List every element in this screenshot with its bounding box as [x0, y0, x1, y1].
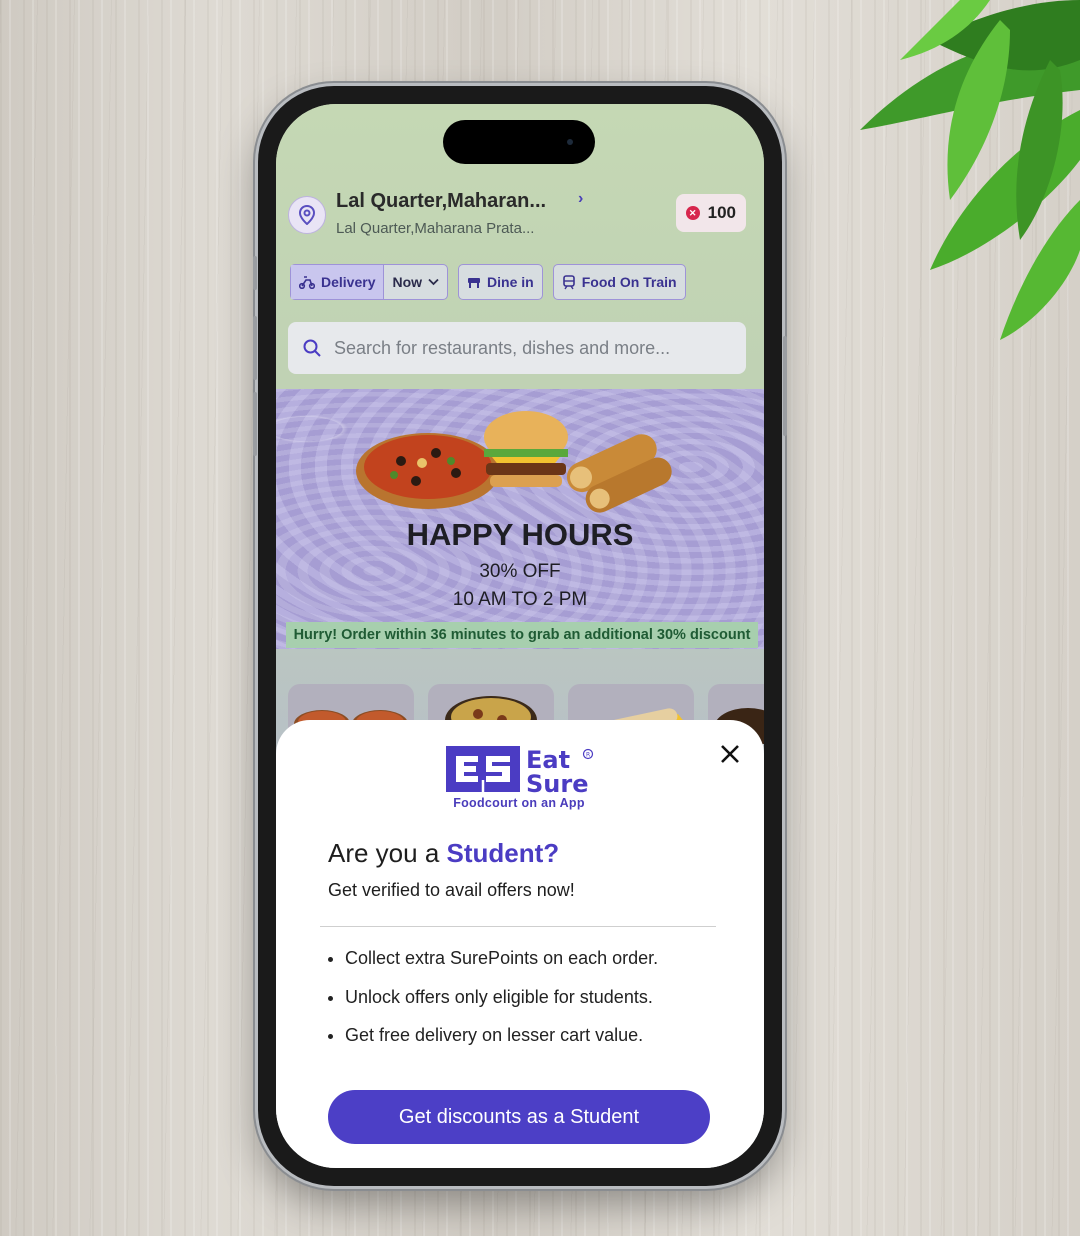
benefits-list: Collect extra SurePoints on each order. …	[328, 948, 658, 1064]
phone-button	[783, 336, 787, 436]
time-selector[interactable]: Now	[383, 265, 447, 299]
delivery-mode: Delivery Now	[290, 264, 449, 300]
benefit-text: Collect extra SurePoints on each order.	[345, 948, 659, 968]
close-icon[interactable]	[716, 740, 744, 768]
delivery-tab[interactable]: Delivery	[291, 265, 384, 299]
banner-time: 10 AM TO 2 PM	[452, 589, 588, 610]
delivery-label: Delivery	[321, 274, 376, 290]
benefit-text: Unlock offers only eligible for students…	[345, 986, 653, 1007]
logo-tagline: Foodcourt on an App	[453, 796, 585, 810]
scooter-icon	[299, 276, 315, 289]
phone-button	[253, 316, 257, 380]
chevron-right-icon[interactable]: ›	[578, 190, 583, 208]
train-label: Food On Train	[581, 274, 677, 290]
logo-sure-text: Sure	[526, 770, 588, 798]
dinein-tab[interactable]: Dine in	[458, 264, 543, 300]
train-icon	[562, 274, 575, 289]
surepoints-badge[interactable]: ✕ 100	[675, 194, 746, 232]
time-label: Now	[392, 274, 423, 290]
location-title[interactable]: Lal Quarter,Maharan...	[336, 190, 546, 213]
question-prefix: Are you a	[328, 838, 440, 868]
phone-button	[253, 256, 257, 290]
location-subtitle: Lal Quarter,Maharana Prata...	[336, 220, 535, 237]
food-illustration	[356, 411, 672, 513]
student-offer-sheet: Eat Sure R Foodcourt on an App Are you a…	[276, 720, 764, 1168]
hurry-strip: Hurry! Order within 36 minutes to grab a…	[286, 622, 758, 648]
search-bar[interactable]: Search for restaurants, dishes and more.…	[288, 322, 746, 374]
location-pin-icon[interactable]	[288, 196, 326, 234]
get-student-discounts-button[interactable]: Get discounts as a Student	[328, 1090, 710, 1144]
surepoints-icon: ✕	[685, 206, 700, 220]
phone-button	[253, 392, 257, 456]
svg-text:R: R	[586, 752, 590, 759]
benefit-item: Collect extra SurePoints on each order.	[328, 948, 658, 987]
student-subtitle: Get verified to avail offers now!	[328, 880, 575, 900]
dinein-label: Dine in	[487, 274, 534, 290]
food-on-train-tab[interactable]: Food On Train	[552, 264, 686, 300]
search-placeholder: Search for restaurants, dishes and more.…	[334, 337, 671, 358]
benefit-text: Get free delivery on lesser cart value.	[345, 1025, 644, 1045]
banner-title: HAPPY HOURS	[406, 517, 634, 552]
dynamic-island	[443, 120, 595, 164]
chevron-down-icon	[428, 278, 439, 286]
order-mode-bar: Delivery Now Dine in Food On Train	[290, 264, 686, 300]
phone-frame: Lal Quarter,Maharan... › Lal Quarter,Mah…	[253, 86, 787, 1186]
banner-discount: 30% OFF	[479, 561, 561, 582]
phone-screen: Lal Quarter,Maharan... › Lal Quarter,Mah…	[276, 104, 764, 1168]
student-question: Are you a Student?	[328, 838, 559, 869]
surepoints-value: 100	[707, 203, 736, 222]
happy-hours-banner[interactable]: HAPPY HOURS 30% OFF 10 AM TO 2 PM	[276, 389, 764, 649]
benefit-item: Unlock offers only eligible for students…	[328, 987, 658, 1026]
divider	[320, 926, 716, 927]
question-highlight: Student?	[446, 838, 560, 868]
leaves-decoration	[860, 0, 1080, 340]
dinein-icon	[468, 278, 481, 288]
search-icon	[303, 339, 321, 357]
benefit-item: Get free delivery on lesser cart value.	[328, 1025, 658, 1064]
